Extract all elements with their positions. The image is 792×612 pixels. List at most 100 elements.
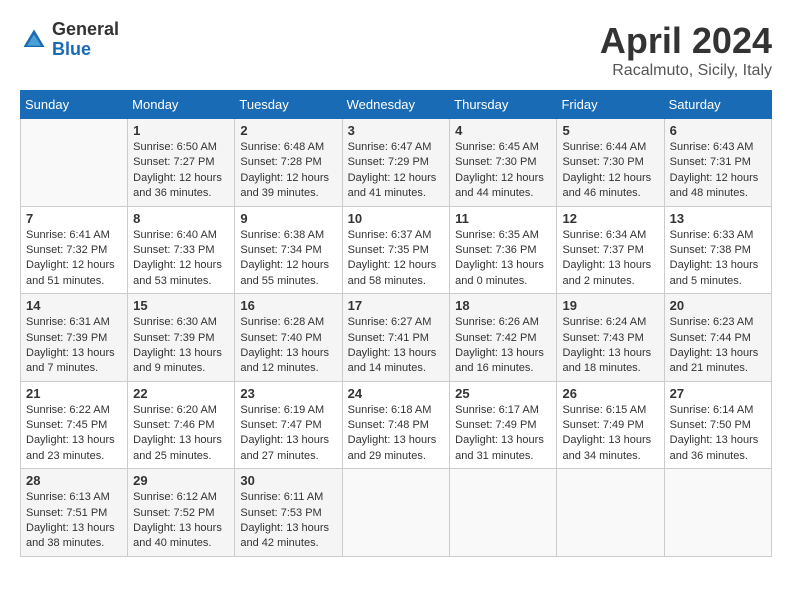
day-info: Sunrise: 6:45 AMSunset: 7:30 PMDaylight:…: [455, 140, 551, 202]
calendar-cell: 15 Sunrise: 6:30 AMSunset: 7:39 PMDayligh…: [128, 294, 235, 382]
header-wednesday: Wednesday: [342, 91, 450, 119]
day-info: Sunrise: 6:12 AMSunset: 7:52 PMDaylight:…: [133, 490, 229, 552]
day-number: 25: [455, 386, 551, 401]
day-number: 29: [133, 473, 229, 488]
calendar-cell: 30 Sunrise: 6:11 AMSunset: 7:53 PMDayligh…: [235, 469, 342, 557]
header-monday: Monday: [128, 91, 235, 119]
day-number: 4: [455, 123, 551, 138]
calendar-cell: 22 Sunrise: 6:20 AMSunset: 7:46 PMDayligh…: [128, 381, 235, 469]
calendar-cell: 7 Sunrise: 6:41 AMSunset: 7:32 PMDaylight…: [21, 206, 128, 294]
header-tuesday: Tuesday: [235, 91, 342, 119]
calendar-cell: 12 Sunrise: 6:34 AMSunset: 7:37 PMDayligh…: [557, 206, 664, 294]
day-info: Sunrise: 6:23 AMSunset: 7:44 PMDaylight:…: [670, 315, 766, 377]
day-number: 28: [26, 473, 122, 488]
calendar-cell: 1Sunrise: 6:50 AMSunset: 7:27 PMDaylight…: [128, 119, 235, 207]
day-number: 10: [348, 211, 445, 226]
title-block: April 2024 Racalmuto, Sicily, Italy: [600, 20, 772, 80]
day-info: Sunrise: 6:31 AMSunset: 7:39 PMDaylight:…: [26, 315, 122, 377]
day-number: 19: [562, 298, 658, 313]
calendar-cell: 11 Sunrise: 6:35 AMSunset: 7:36 PMDayligh…: [450, 206, 557, 294]
day-number: 14: [26, 298, 122, 313]
day-info: Sunrise: 6:27 AMSunset: 7:41 PMDaylight:…: [348, 315, 445, 377]
day-number: 26: [562, 386, 658, 401]
calendar-cell: 18Sunrise: 6:26 AMSunset: 7:42 PMDayligh…: [450, 294, 557, 382]
day-number: 1: [133, 123, 229, 138]
day-number: 17: [348, 298, 445, 313]
day-info: Sunrise: 6:14 AMSunset: 7:50 PMDaylight:…: [670, 403, 766, 465]
day-info: Sunrise: 6:47 AMSunset: 7:29 PMDaylight:…: [348, 140, 445, 202]
day-number: 7: [26, 211, 122, 226]
logo-icon: [20, 26, 48, 54]
page-header: General Blue April 2024 Racalmuto, Sicil…: [20, 20, 772, 80]
calendar-cell: 4 Sunrise: 6:45 AMSunset: 7:30 PMDaylight…: [450, 119, 557, 207]
header-thursday: Thursday: [450, 91, 557, 119]
day-info: Sunrise: 6:15 AMSunset: 7:49 PMDaylight:…: [562, 403, 658, 465]
header-saturday: Saturday: [664, 91, 771, 119]
day-info: Sunrise: 6:43 AMSunset: 7:31 PMDaylight:…: [670, 140, 766, 202]
calendar-cell: 21Sunrise: 6:22 AMSunset: 7:45 PMDayligh…: [21, 381, 128, 469]
day-number: 6: [670, 123, 766, 138]
calendar-cell: [21, 119, 128, 207]
day-info: Sunrise: 6:41 AMSunset: 7:32 PMDaylight:…: [26, 228, 122, 290]
calendar-cell: 14 Sunrise: 6:31 AMSunset: 7:39 PMDayligh…: [21, 294, 128, 382]
day-number: 12: [562, 211, 658, 226]
logo: General Blue: [20, 20, 119, 60]
calendar-cell: 20 Sunrise: 6:23 AMSunset: 7:44 PMDayligh…: [664, 294, 771, 382]
day-number: 24: [348, 386, 445, 401]
calendar-cell: 25 Sunrise: 6:17 AMSunset: 7:49 PMDayligh…: [450, 381, 557, 469]
calendar-cell: 2Sunrise: 6:48 AMSunset: 7:28 PMDaylight…: [235, 119, 342, 207]
day-info: Sunrise: 6:13 AMSunset: 7:51 PMDaylight:…: [26, 490, 122, 552]
logo-blue-text: Blue: [52, 40, 119, 60]
day-number: 5: [562, 123, 658, 138]
day-number: 16: [240, 298, 336, 313]
calendar-cell: [450, 469, 557, 557]
calendar-cell: 23 Sunrise: 6:19 AMSunset: 7:47 PMDayligh…: [235, 381, 342, 469]
calendar-header-row: SundayMondayTuesdayWednesdayThursdayFrid…: [21, 91, 772, 119]
calendar-cell: 24 Sunrise: 6:18 AMSunset: 7:48 PMDayligh…: [342, 381, 450, 469]
day-number: 30: [240, 473, 336, 488]
day-number: 21: [26, 386, 122, 401]
calendar-cell: 8Sunrise: 6:40 AMSunset: 7:33 PMDaylight…: [128, 206, 235, 294]
day-info: Sunrise: 6:18 AMSunset: 7:48 PMDaylight:…: [348, 403, 445, 465]
calendar-cell: 27Sunrise: 6:14 AMSunset: 7:50 PMDayligh…: [664, 381, 771, 469]
calendar-cell: [342, 469, 450, 557]
day-info: Sunrise: 6:30 AMSunset: 7:39 PMDaylight:…: [133, 315, 229, 377]
calendar-table: SundayMondayTuesdayWednesdayThursdayFrid…: [20, 90, 772, 557]
calendar-cell: 26 Sunrise: 6:15 AMSunset: 7:49 PMDayligh…: [557, 381, 664, 469]
calendar-cell: 17 Sunrise: 6:27 AMSunset: 7:41 PMDayligh…: [342, 294, 450, 382]
day-number: 2: [240, 123, 336, 138]
calendar-cell: 29 Sunrise: 6:12 AMSunset: 7:52 PMDayligh…: [128, 469, 235, 557]
day-info: Sunrise: 6:35 AMSunset: 7:36 PMDaylight:…: [455, 228, 551, 290]
day-number: 13: [670, 211, 766, 226]
day-info: Sunrise: 6:37 AMSunset: 7:35 PMDaylight:…: [348, 228, 445, 290]
calendar-cell: 5 Sunrise: 6:44 AMSunset: 7:30 PMDaylight…: [557, 119, 664, 207]
day-number: 11: [455, 211, 551, 226]
header-sunday: Sunday: [21, 91, 128, 119]
day-info: Sunrise: 6:33 AMSunset: 7:38 PMDaylight:…: [670, 228, 766, 290]
calendar-week-row: 7 Sunrise: 6:41 AMSunset: 7:32 PMDaylight…: [21, 206, 772, 294]
calendar-cell: 28 Sunrise: 6:13 AMSunset: 7:51 PMDayligh…: [21, 469, 128, 557]
day-info: Sunrise: 6:17 AMSunset: 7:49 PMDaylight:…: [455, 403, 551, 465]
day-number: 9: [240, 211, 336, 226]
location-subtitle: Racalmuto, Sicily, Italy: [600, 62, 772, 80]
calendar-cell: [557, 469, 664, 557]
day-info: Sunrise: 6:44 AMSunset: 7:30 PMDaylight:…: [562, 140, 658, 202]
day-number: 15: [133, 298, 229, 313]
day-info: Sunrise: 6:11 AMSunset: 7:53 PMDaylight:…: [240, 490, 336, 552]
calendar-week-row: 28 Sunrise: 6:13 AMSunset: 7:51 PMDayligh…: [21, 469, 772, 557]
day-info: Sunrise: 6:19 AMSunset: 7:47 PMDaylight:…: [240, 403, 336, 465]
calendar-cell: [664, 469, 771, 557]
day-info: Sunrise: 6:20 AMSunset: 7:46 PMDaylight:…: [133, 403, 229, 465]
calendar-cell: 13 Sunrise: 6:33 AMSunset: 7:38 PMDayligh…: [664, 206, 771, 294]
calendar-week-row: 14 Sunrise: 6:31 AMSunset: 7:39 PMDayligh…: [21, 294, 772, 382]
day-number: 20: [670, 298, 766, 313]
day-info: Sunrise: 6:34 AMSunset: 7:37 PMDaylight:…: [562, 228, 658, 290]
day-number: 22: [133, 386, 229, 401]
calendar-cell: 9Sunrise: 6:38 AMSunset: 7:34 PMDaylight…: [235, 206, 342, 294]
logo-text: General Blue: [52, 20, 119, 60]
day-number: 23: [240, 386, 336, 401]
day-number: 8: [133, 211, 229, 226]
calendar-cell: 16Sunrise: 6:28 AMSunset: 7:40 PMDayligh…: [235, 294, 342, 382]
day-number: 3: [348, 123, 445, 138]
calendar-cell: 19Sunrise: 6:24 AMSunset: 7:43 PMDayligh…: [557, 294, 664, 382]
